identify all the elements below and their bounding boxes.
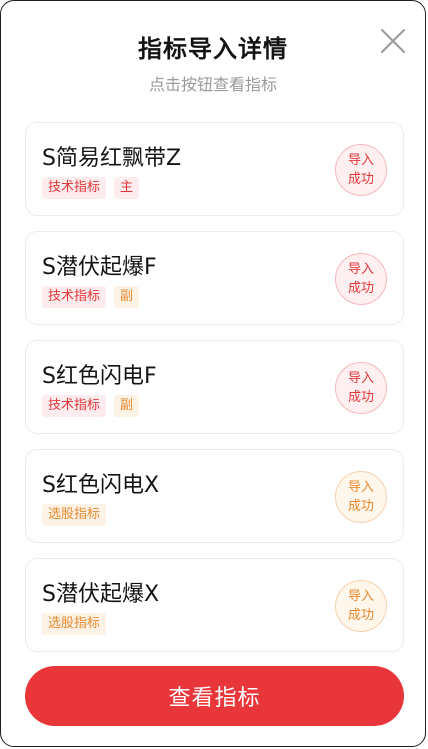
indicator-tags: 技术指标 副 <box>42 286 140 308</box>
indicator-name: S红色闪电X <box>42 473 160 498</box>
stamp-line-2: 成功 <box>347 281 374 296</box>
modal-subtitle: 点击按钮查看指标 <box>148 75 277 94</box>
stamp-line-2: 成功 <box>347 172 374 187</box>
indicator-card[interactable]: S潜伏起爆F 技术指标 副 导入 成功 <box>25 231 404 325</box>
indicator-tags: 技术指标 主 <box>42 177 140 199</box>
indicator-card[interactable]: S简易红飘带Z 技术指标 主 导入 成功 <box>25 122 404 216</box>
indicator-type-tag: 技术指标 <box>42 395 107 417</box>
indicator-tags: 选股指标 <box>42 613 107 635</box>
indicator-type-tag: 选股指标 <box>42 613 107 635</box>
import-success-stamp: 导入 成功 <box>335 144 387 196</box>
indicator-role-tag: 主 <box>114 177 140 199</box>
close-icon <box>381 29 405 53</box>
import-success-stamp: 导入 成功 <box>335 362 387 414</box>
indicator-role-tag: 副 <box>114 395 140 417</box>
modal-title: 指标导入详情 <box>138 35 288 63</box>
indicator-list: S简易红飘带Z 技术指标 主 导入 成功 S潜伏起爆F 技术指标 副 导入 成功… <box>25 122 404 667</box>
import-success-stamp: 导入 成功 <box>335 253 387 305</box>
close-button[interactable] <box>379 27 407 55</box>
indicator-role-tag: 副 <box>114 286 140 308</box>
indicator-card[interactable]: S潜伏起爆X 选股指标 导入 成功 <box>25 558 404 652</box>
indicator-name: S简易红飘带Z <box>42 146 182 171</box>
indicator-type-tag: 技术指标 <box>42 286 107 308</box>
stamp-line-2: 成功 <box>347 390 374 405</box>
indicator-card[interactable]: S红色闪电X 选股指标 导入 成功 <box>25 449 404 543</box>
stamp-line-1: 导入 <box>347 371 374 386</box>
stamp-line-1: 导入 <box>347 589 374 604</box>
stamp-line-2: 成功 <box>347 608 374 623</box>
indicator-tags: 技术指标 副 <box>42 395 140 417</box>
indicator-name: S潜伏起爆X <box>42 582 160 607</box>
indicator-card[interactable]: S红色闪电F 技术指标 副 导入 成功 <box>25 340 404 434</box>
stamp-line-2: 成功 <box>347 499 374 514</box>
view-indicators-button[interactable]: 查看指标 <box>25 666 404 726</box>
stamp-line-1: 导入 <box>347 480 374 495</box>
import-success-stamp: 导入 成功 <box>335 471 387 523</box>
stamp-line-1: 导入 <box>347 262 374 277</box>
indicator-type-tag: 技术指标 <box>42 177 107 199</box>
indicator-tags: 选股指标 <box>42 504 107 526</box>
indicator-name: S红色闪电F <box>42 364 157 389</box>
indicator-name: S潜伏起爆F <box>42 255 157 280</box>
indicator-type-tag: 选股指标 <box>42 504 107 526</box>
import-details-modal: 指标导入详情 点击按钮查看指标 S简易红飘带Z 技术指标 主 导入 成功 S潜伏… <box>0 0 426 747</box>
import-success-stamp: 导入 成功 <box>335 580 387 632</box>
stamp-line-1: 导入 <box>347 153 374 168</box>
